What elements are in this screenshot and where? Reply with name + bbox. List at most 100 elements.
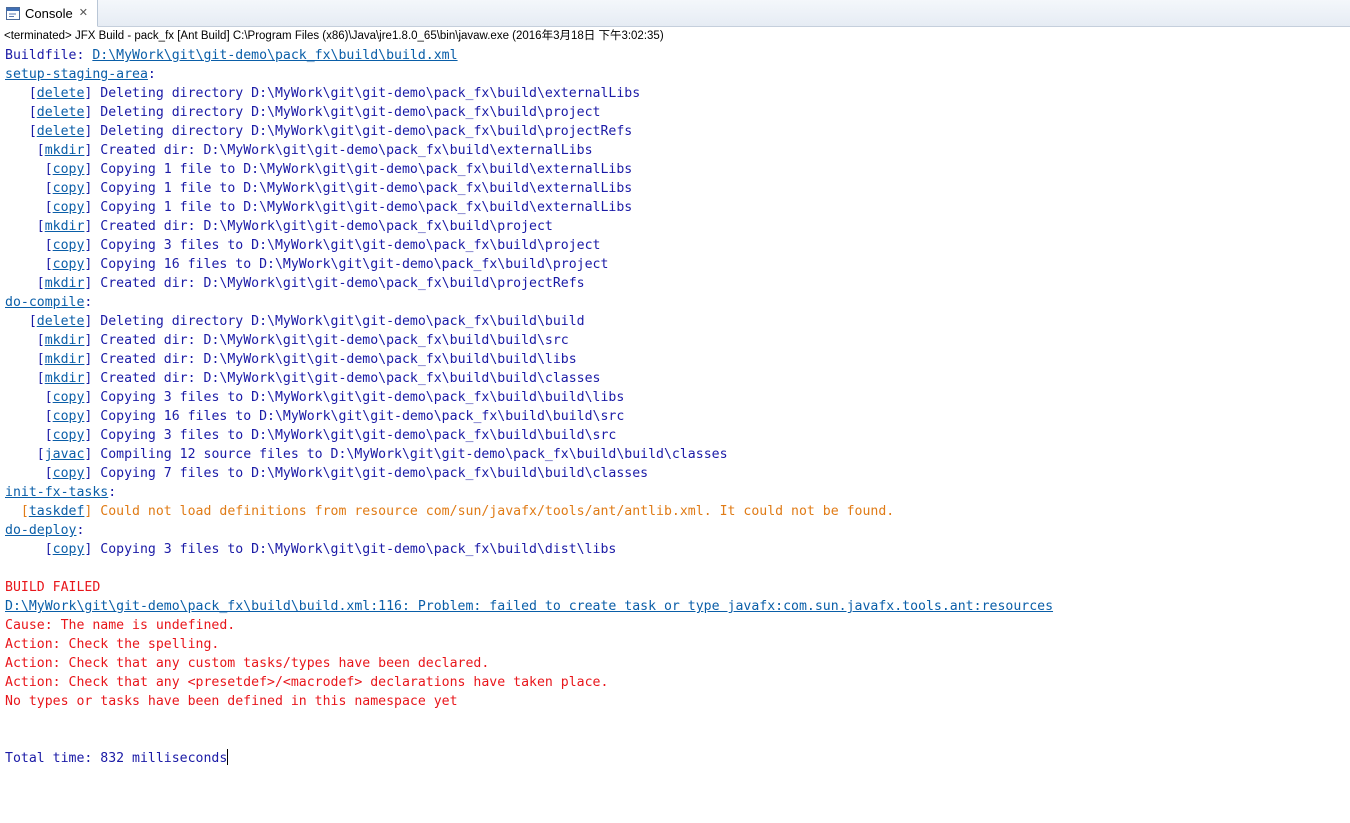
console-line: do-deploy: xyxy=(5,521,1350,540)
console-text: [ xyxy=(5,428,53,443)
console-line: [javac] Compiling 12 source files to D:\… xyxy=(5,445,1350,464)
console-line: [copy] Copying 1 file to D:\MyWork\git\g… xyxy=(5,179,1350,198)
console-line: [copy] Copying 1 file to D:\MyWork\git\g… xyxy=(5,160,1350,179)
console-text: [ xyxy=(5,409,53,424)
console-line: Action: Check the spelling. xyxy=(5,635,1350,654)
console-text: [ xyxy=(5,162,53,177)
console-line: [copy] Copying 3 files to D:\MyWork\git\… xyxy=(5,236,1350,255)
console-line: [delete] Deleting directory D:\MyWork\gi… xyxy=(5,312,1350,331)
console-hyperlink[interactable]: init-fx-tasks xyxy=(5,485,108,500)
console-text: ] Created dir: D:\MyWork\git\git-demo\pa… xyxy=(84,219,553,234)
console-hyperlink[interactable]: delete xyxy=(37,105,85,120)
console-hyperlink[interactable]: javac xyxy=(45,447,85,462)
console-text: ] Deleting directory D:\MyWork\git\git-d… xyxy=(84,105,601,120)
console-line: [mkdir] Created dir: D:\MyWork\git\git-d… xyxy=(5,350,1350,369)
console-hyperlink[interactable]: do-deploy xyxy=(5,523,76,538)
console-line: [copy] Copying 3 files to D:\MyWork\git\… xyxy=(5,388,1350,407)
console-hyperlink[interactable]: copy xyxy=(53,542,85,557)
console-text: [ xyxy=(5,504,29,519)
console-text: [ xyxy=(5,390,53,405)
console-hyperlink[interactable]: mkdir xyxy=(45,143,85,158)
console-line: Action: Check that any <presetdef>/<macr… xyxy=(5,673,1350,692)
console-text: [ xyxy=(5,200,53,215)
close-icon[interactable]: ✕ xyxy=(79,7,88,19)
console-hyperlink[interactable]: D:\MyWork\git\git-demo\pack_fx\build\bui… xyxy=(92,48,457,63)
console-line: [mkdir] Created dir: D:\MyWork\git\git-d… xyxy=(5,274,1350,293)
console-line: [copy] Copying 7 files to D:\MyWork\git\… xyxy=(5,464,1350,483)
console-text: ] Deleting directory D:\MyWork\git\git-d… xyxy=(84,314,585,329)
console-hyperlink[interactable]: mkdir xyxy=(45,276,85,291)
console-text: [ xyxy=(5,219,45,234)
tab-console-label: Console xyxy=(25,5,73,21)
console-text: [ xyxy=(5,371,45,386)
tab-console[interactable]: Console ✕ xyxy=(0,0,98,27)
console-hyperlink[interactable]: mkdir xyxy=(45,352,85,367)
console-line: No types or tasks have been defined in t… xyxy=(5,692,1350,711)
console-hyperlink[interactable]: copy xyxy=(53,200,85,215)
console-line: [copy] Copying 16 files to D:\MyWork\git… xyxy=(5,407,1350,426)
console-hyperlink[interactable]: copy xyxy=(53,238,85,253)
console-text: ] Created dir: D:\MyWork\git\git-demo\pa… xyxy=(84,352,577,367)
console-hyperlink[interactable]: copy xyxy=(53,390,85,405)
console-hyperlink[interactable]: delete xyxy=(37,314,85,329)
console-hyperlink[interactable]: mkdir xyxy=(45,219,85,234)
console-hyperlink[interactable]: delete xyxy=(37,86,85,101)
console-text: Cause: The name is undefined. xyxy=(5,618,236,633)
console-line: [taskdef] Could not load definitions fro… xyxy=(5,502,1350,521)
console-text: : xyxy=(147,67,156,82)
console-text: ] Copying 1 file to D:\MyWork\git\git-de… xyxy=(84,200,633,215)
console-text: No types or tasks have been defined in t… xyxy=(5,694,458,709)
console-hyperlink[interactable]: copy xyxy=(53,409,85,424)
console-text: [ xyxy=(5,466,53,481)
console-line: [delete] Deleting directory D:\MyWork\gi… xyxy=(5,84,1350,103)
console-hyperlink[interactable]: setup-staging-area xyxy=(5,67,148,82)
console-line: Cause: The name is undefined. xyxy=(5,616,1350,635)
console-text: ] Compiling 12 source files to D:\MyWork… xyxy=(84,447,728,462)
console-line: Action: Check that any custom tasks/type… xyxy=(5,654,1350,673)
console-hyperlink[interactable]: copy xyxy=(53,162,85,177)
console-hyperlink[interactable]: copy xyxy=(53,257,85,272)
console-text: [ xyxy=(5,238,53,253)
console-line: D:\MyWork\git\git-demo\pack_fx\build\bui… xyxy=(5,597,1350,616)
console-text: ] Could not load definitions from resour… xyxy=(84,504,895,519)
console-hyperlink[interactable]: copy xyxy=(53,181,85,196)
console-hyperlink[interactable]: delete xyxy=(37,124,85,139)
console-text: : xyxy=(84,295,93,310)
console-line: [copy] Copying 16 files to D:\MyWork\git… xyxy=(5,255,1350,274)
console-text: ] Copying 7 files to D:\MyWork\git\git-d… xyxy=(84,466,649,481)
console-text: : xyxy=(108,485,117,500)
console-hyperlink[interactable]: do-compile xyxy=(5,295,84,310)
console-hyperlink[interactable]: mkdir xyxy=(45,371,85,386)
console-text: : xyxy=(76,523,85,538)
console-text: ] Copying 3 files to D:\MyWork\git\git-d… xyxy=(84,428,617,443)
console-text: [ xyxy=(5,86,37,101)
console-line: [copy] Copying 3 files to D:\MyWork\git\… xyxy=(5,426,1350,445)
console-text: Action: Check that any <presetdef>/<macr… xyxy=(5,675,609,690)
console-output[interactable]: Buildfile: D:\MyWork\git\git-demo\pack_f… xyxy=(5,46,1350,823)
console-hyperlink[interactable]: mkdir xyxy=(45,333,85,348)
console-text: ] Created dir: D:\MyWork\git\git-demo\pa… xyxy=(84,276,585,291)
console-line: [mkdir] Created dir: D:\MyWork\git\git-d… xyxy=(5,141,1350,160)
console-hyperlink[interactable]: taskdef xyxy=(29,504,85,519)
console-text: [ xyxy=(5,333,45,348)
console-text: ] Deleting directory D:\MyWork\git\git-d… xyxy=(84,86,641,101)
console-text: [ xyxy=(5,124,37,139)
console-line: [copy] Copying 3 files to D:\MyWork\git\… xyxy=(5,540,1350,559)
console-line: [copy] Copying 1 file to D:\MyWork\git\g… xyxy=(5,198,1350,217)
console-hyperlink[interactable]: copy xyxy=(53,466,85,481)
console-hyperlink[interactable]: D:\MyWork\git\git-demo\pack_fx\build\bui… xyxy=(5,599,1053,614)
console-line: init-fx-tasks: xyxy=(5,483,1350,502)
console-text: ] Created dir: D:\MyWork\git\git-demo\pa… xyxy=(84,371,601,386)
console-line: [mkdir] Created dir: D:\MyWork\git\git-d… xyxy=(5,369,1350,388)
console-line: [delete] Deleting directory D:\MyWork\gi… xyxy=(5,122,1350,141)
console-text: ] Copying 3 files to D:\MyWork\git\git-d… xyxy=(84,238,601,253)
console-line: do-compile: xyxy=(5,293,1350,312)
console-line: [delete] Deleting directory D:\MyWork\gi… xyxy=(5,103,1350,122)
console-text: [ xyxy=(5,352,45,367)
console-text: [ xyxy=(5,257,53,272)
console-line: Buildfile: D:\MyWork\git\git-demo\pack_f… xyxy=(5,46,1350,65)
console-hyperlink[interactable]: copy xyxy=(53,428,85,443)
console-text: ] Copying 3 files to D:\MyWork\git\git-d… xyxy=(84,542,617,557)
